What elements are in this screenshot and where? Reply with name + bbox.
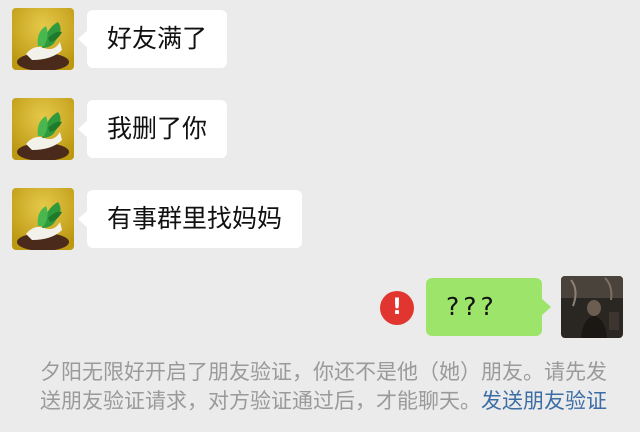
jade-cabbage-image — [12, 188, 74, 250]
message-row-outgoing: ! ??? — [0, 276, 640, 338]
incoming-message-bubble[interactable]: 有事群里找妈妈 — [77, 190, 303, 248]
jade-cabbage-image — [12, 8, 74, 70]
jade-cabbage-image — [12, 98, 74, 160]
my-avatar[interactable] — [561, 276, 623, 338]
incoming-message-bubble[interactable]: 我删了你 — [77, 100, 228, 158]
outgoing-message-bubble[interactable]: ??? — [426, 278, 551, 336]
message-row: 有事群里找妈妈 — [0, 188, 640, 250]
chat-area: 好友满了 我删了你 有事群里找妈妈 ! ??? 夕阳无限好开启了朋友验证，你还不… — [0, 0, 640, 432]
user-photo-image — [561, 276, 623, 338]
contact-avatar[interactable] — [12, 98, 74, 160]
friend-verification-notice: 夕阳无限好开启了朋友验证，你还不是他（她）朋友。请先发送朋友验证请求，对方验证通… — [40, 358, 610, 416]
contact-avatar[interactable] — [12, 188, 74, 250]
incoming-message-bubble[interactable]: 好友满了 — [77, 10, 228, 68]
contact-avatar[interactable] — [12, 8, 74, 70]
exclamation-icon[interactable]: ! — [380, 291, 414, 325]
message-row: 我删了你 — [0, 98, 640, 160]
message-row: 好友满了 — [0, 8, 640, 70]
send-verification-link[interactable]: 发送朋友验证 — [481, 389, 607, 413]
